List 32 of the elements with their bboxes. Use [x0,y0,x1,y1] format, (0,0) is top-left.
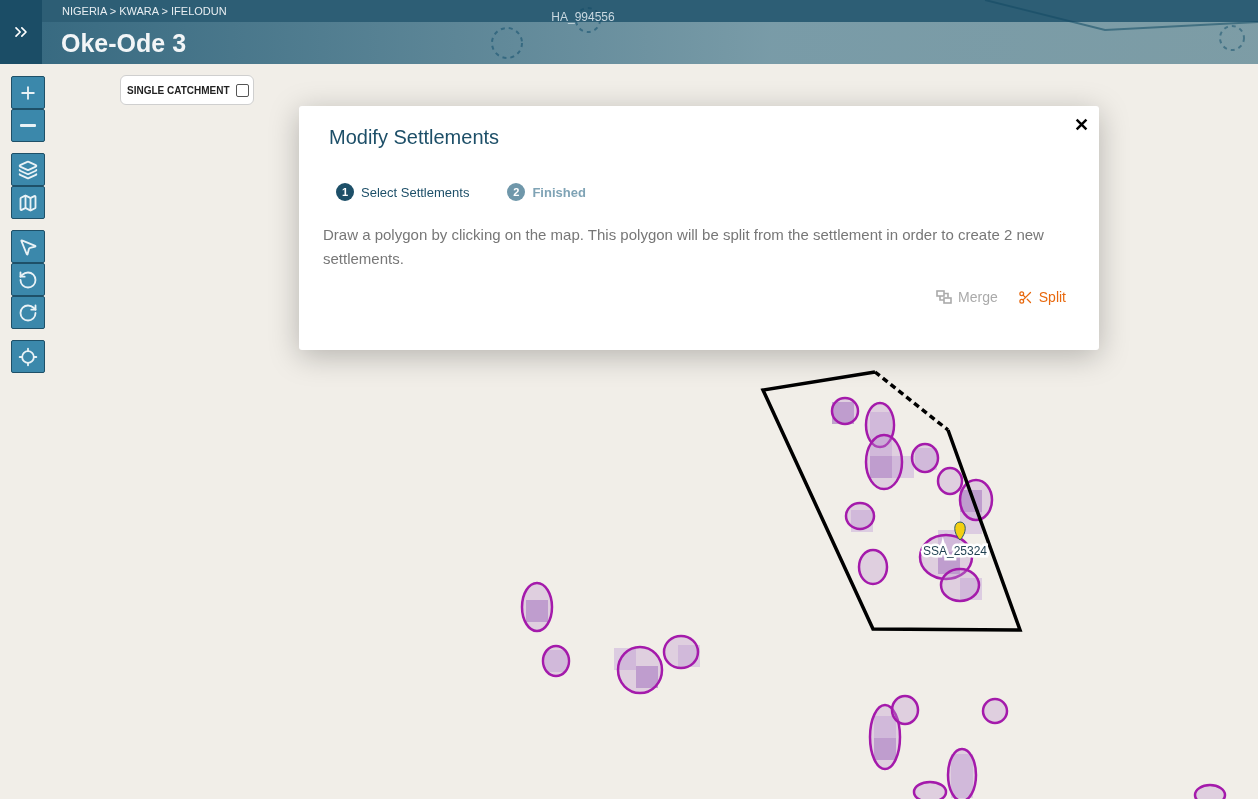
redo-icon [18,302,38,323]
select-icon [18,236,38,257]
locate-button[interactable] [11,340,45,373]
step-number: 1 [336,183,354,201]
locate-icon [18,346,38,367]
redo-button[interactable] [11,296,45,329]
merge-icon [936,290,953,304]
step-label: Select Settlements [361,184,470,200]
zoom-in-button[interactable] [11,76,45,109]
single-catchment-label: SINGLE CATCHMENT [127,84,230,96]
undo-button[interactable] [11,263,45,296]
expand-sidebar-button[interactable] [0,0,42,64]
map-button[interactable] [11,186,45,219]
select-button[interactable] [11,230,45,263]
scissors-icon [1017,289,1033,305]
undo-icon [18,269,38,290]
step-number: 2 [507,183,526,201]
step-label: Finished [532,184,586,200]
map-icon [18,192,38,213]
single-catchment-checkbox[interactable] [235,83,249,97]
close-button[interactable]: ✕ [1070,114,1093,136]
breadcrumb: NIGERIA > KWARA > IFELODUN [62,5,227,17]
settlement-label: HA_994556 [551,10,615,24]
map-pin-icon [954,521,966,541]
zoom-out-icon [20,124,36,127]
page-title: Oke-Ode 3 [61,28,187,58]
layers-button[interactable] [11,153,45,186]
split-button[interactable]: Split [1014,287,1069,307]
instruction-text: Draw a polygon by clicking on the map. This polygon will be split from the settlement in order to create 2 new settlements. [323,225,1045,269]
dialog-title: Modify Settlements [329,126,501,149]
layers-icon [18,159,38,180]
zoom-out-button[interactable] [11,109,45,142]
